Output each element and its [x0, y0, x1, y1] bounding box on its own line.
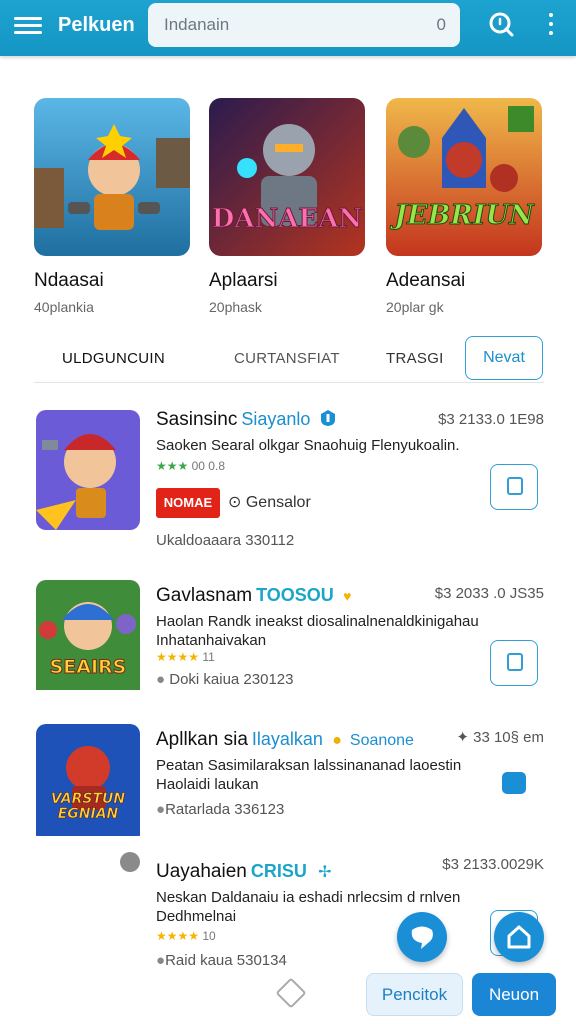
tag-icon[interactable]	[275, 977, 307, 1009]
featured-art	[34, 98, 190, 256]
app-title: Pelkuen	[58, 14, 135, 36]
category-tabs: ULDGUNCUIN CURTANSFIAT TRASGI Nevat	[34, 336, 544, 383]
app-title: Gavlasnam TOOSOU ♥	[156, 585, 352, 606]
featured-art-text: DANAEAN	[211, 204, 363, 235]
featured-meta: 40plankia	[34, 299, 94, 315]
status-badge: NOMAE	[156, 488, 220, 518]
rating-stars: ★★★★ 10	[156, 929, 216, 943]
featured-name: Ndaasai	[34, 270, 104, 291]
app-info: ●Raid kaua 530134	[156, 952, 287, 969]
home-button[interactable]	[494, 912, 544, 962]
thumbnail-art-text: VARSTUN EGNIAN	[50, 791, 126, 822]
app-description: Saoken Searal olkgar Snaohuig Flenyukoal…	[156, 437, 460, 454]
app-title: Apllkan sia Ilayalkan ● Soanone	[156, 729, 414, 750]
chat-icon	[411, 926, 433, 949]
featured-card[interactable]: DANAEAN Aplaarsi 20phask	[209, 98, 365, 315]
search-suffix: 0	[436, 15, 446, 34]
heart-icon: ♥	[343, 588, 352, 604]
featured-art-text: JEBRIUN	[394, 200, 534, 232]
award-icon: ●	[332, 732, 342, 749]
search-input[interactable]	[162, 14, 386, 36]
download-button[interactable]	[490, 640, 538, 686]
thumbnail-art-text: SEAIRS	[49, 656, 127, 679]
clock-icon	[120, 852, 140, 872]
app-description: Peatan Sasimilaraksan lalssinananad laoe…	[156, 757, 462, 793]
download-icon[interactable]	[502, 772, 526, 794]
tab-ulduncuin[interactable]: ULDGUNCUIN	[62, 350, 165, 367]
chat-button[interactable]	[397, 912, 447, 962]
app-info: ●Ratarlada 336123	[156, 801, 285, 818]
search-icon[interactable]	[488, 11, 514, 37]
featured-art: DANAEAN	[209, 98, 365, 256]
app-thumbnail: VARSTUN EGNIAN	[36, 724, 140, 844]
app-title: Uayahaien CRISU ✢	[156, 861, 332, 882]
app-thumbnail: SEAIRS	[36, 580, 140, 700]
home-icon	[507, 925, 531, 949]
featured-art: JEBRIUN	[386, 98, 542, 256]
pin-icon: ✢	[318, 864, 332, 881]
app-title: Sasinsinc Siayanlo	[156, 409, 336, 431]
rating-stars: ★★★ 00 0.8	[156, 459, 225, 473]
tab-trasgi[interactable]: TRASGI	[386, 350, 444, 367]
app-price: $3 2133.0 1E98	[438, 411, 544, 428]
list-item[interactable]: Uayahaien CRISU ✢ $3 2133.0029K Neskan Da…	[36, 852, 546, 982]
app-price: ✦ 33 10§ em	[456, 729, 544, 746]
search-field[interactable]: 0	[148, 3, 460, 47]
featured-meta: 20phask	[209, 299, 262, 315]
menu-icon[interactable]	[14, 14, 42, 38]
verified-icon	[320, 410, 335, 426]
app-description: Neskan Daldanaiu ia eshadi nrlecsim d rn…	[156, 889, 461, 925]
rating-stars: ★★★★ 11	[156, 650, 215, 664]
featured-name: Adeansai	[386, 270, 466, 291]
list-item[interactable]: SEAIRS Gavlasnam TOOSOU ♥ $3 2033 .0 JS35…	[36, 580, 546, 698]
app-price: $3 2133.0029K	[442, 856, 544, 873]
featured-name: Aplaarsi	[209, 270, 278, 291]
top-app-bar: Pelkuen 0	[0, 0, 576, 56]
tab-curtansfiat[interactable]: CURTANSFIAT	[234, 350, 340, 367]
app-description: Haolan Randk ineakst diosalinalnenaldkin…	[156, 613, 479, 649]
featured-card[interactable]: JEBRIUN Adeansai 20plar gk	[386, 98, 542, 315]
list-item[interactable]: Sasinsinc Siayanlo $3 2133.0 1E98 Saoken …	[36, 408, 546, 549]
download-button[interactable]	[490, 464, 538, 510]
tab-nevat[interactable]: Nevat	[465, 336, 543, 380]
list-item[interactable]: VARSTUN EGNIAN Apllkan sia Ilayalkan ● Soa…	[36, 724, 546, 844]
app-price: $3 2033 .0 JS35	[434, 585, 544, 602]
app-info: Ukaldoaaara 330112	[156, 532, 295, 549]
badge-label: ⊙ Gensalor	[228, 494, 311, 511]
featured-card[interactable]: Ndaasai 40plankia	[34, 98, 190, 315]
more-options-icon[interactable]	[546, 13, 556, 39]
app-thumbnail	[36, 410, 140, 530]
primary-button[interactable]: Neuon	[472, 973, 556, 1016]
featured-meta: 20plar gk	[386, 299, 444, 315]
app-info: ● Doki kaiua 230123	[156, 671, 294, 688]
secondary-button[interactable]: Pencitok	[366, 973, 463, 1016]
